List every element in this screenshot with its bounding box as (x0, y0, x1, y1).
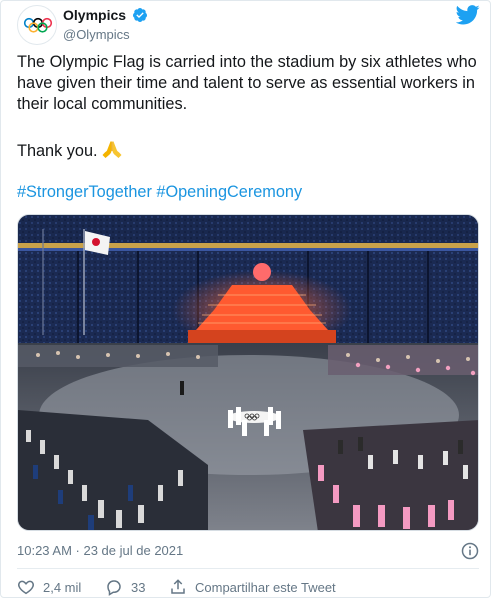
reply-count: 33 (131, 579, 146, 595)
hashtags-line: #StrongerTogether #OpeningCeremony (17, 182, 302, 203)
divider (17, 568, 479, 569)
info-icon[interactable] (461, 542, 479, 560)
tweet-body: The Olympic Flag is carried into the sta… (17, 53, 477, 113)
olympic-rings-icon (23, 17, 53, 33)
avatar[interactable] (17, 5, 57, 45)
hashtag-opening-ceremony[interactable]: #OpeningCeremony (156, 183, 302, 201)
twitter-bird-icon[interactable] (456, 5, 480, 25)
reply-button[interactable]: 33 (105, 577, 145, 597)
name-block: Olympics @Olympics (63, 6, 148, 42)
hashtag-stronger-together[interactable]: #StrongerTogether (17, 183, 152, 201)
thanks-text: Thank you. (17, 142, 98, 160)
like-count: 2,4 mil (43, 579, 82, 595)
display-name[interactable]: Olympics (63, 7, 126, 23)
timestamp-link[interactable]: 10:23 AM · 23 de jul de 2021 (17, 543, 183, 558)
share-button[interactable]: Compartilhar este Tweet (169, 577, 336, 597)
tweet-thanks-line: Thank you. (17, 139, 123, 162)
tweet-card: Olympics @Olympics The Olympic Flag is c… (0, 0, 491, 598)
verified-badge-icon (133, 7, 148, 22)
share-label: Compartilhar este Tweet (195, 579, 336, 595)
reply-bubble-icon (107, 580, 121, 596)
timestamp-row: 10:23 AM · 23 de jul de 2021 (17, 542, 479, 560)
tweet-text: The Olympic Flag is carried into the sta… (17, 52, 479, 115)
tweet-photo[interactable] (17, 214, 479, 531)
folded-hands-emoji-icon (102, 141, 122, 158)
like-button[interactable]: 2,4 mil (17, 577, 81, 597)
share-upload-icon (171, 579, 185, 594)
tweet-header: Olympics @Olympics (17, 5, 480, 45)
tweet-actions: 2,4 mil 33 Compartilhar este Tweet (17, 577, 479, 597)
heart-icon (18, 580, 34, 595)
handle[interactable]: @Olympics (63, 27, 148, 42)
ceremony-photo-illustration (18, 215, 478, 530)
